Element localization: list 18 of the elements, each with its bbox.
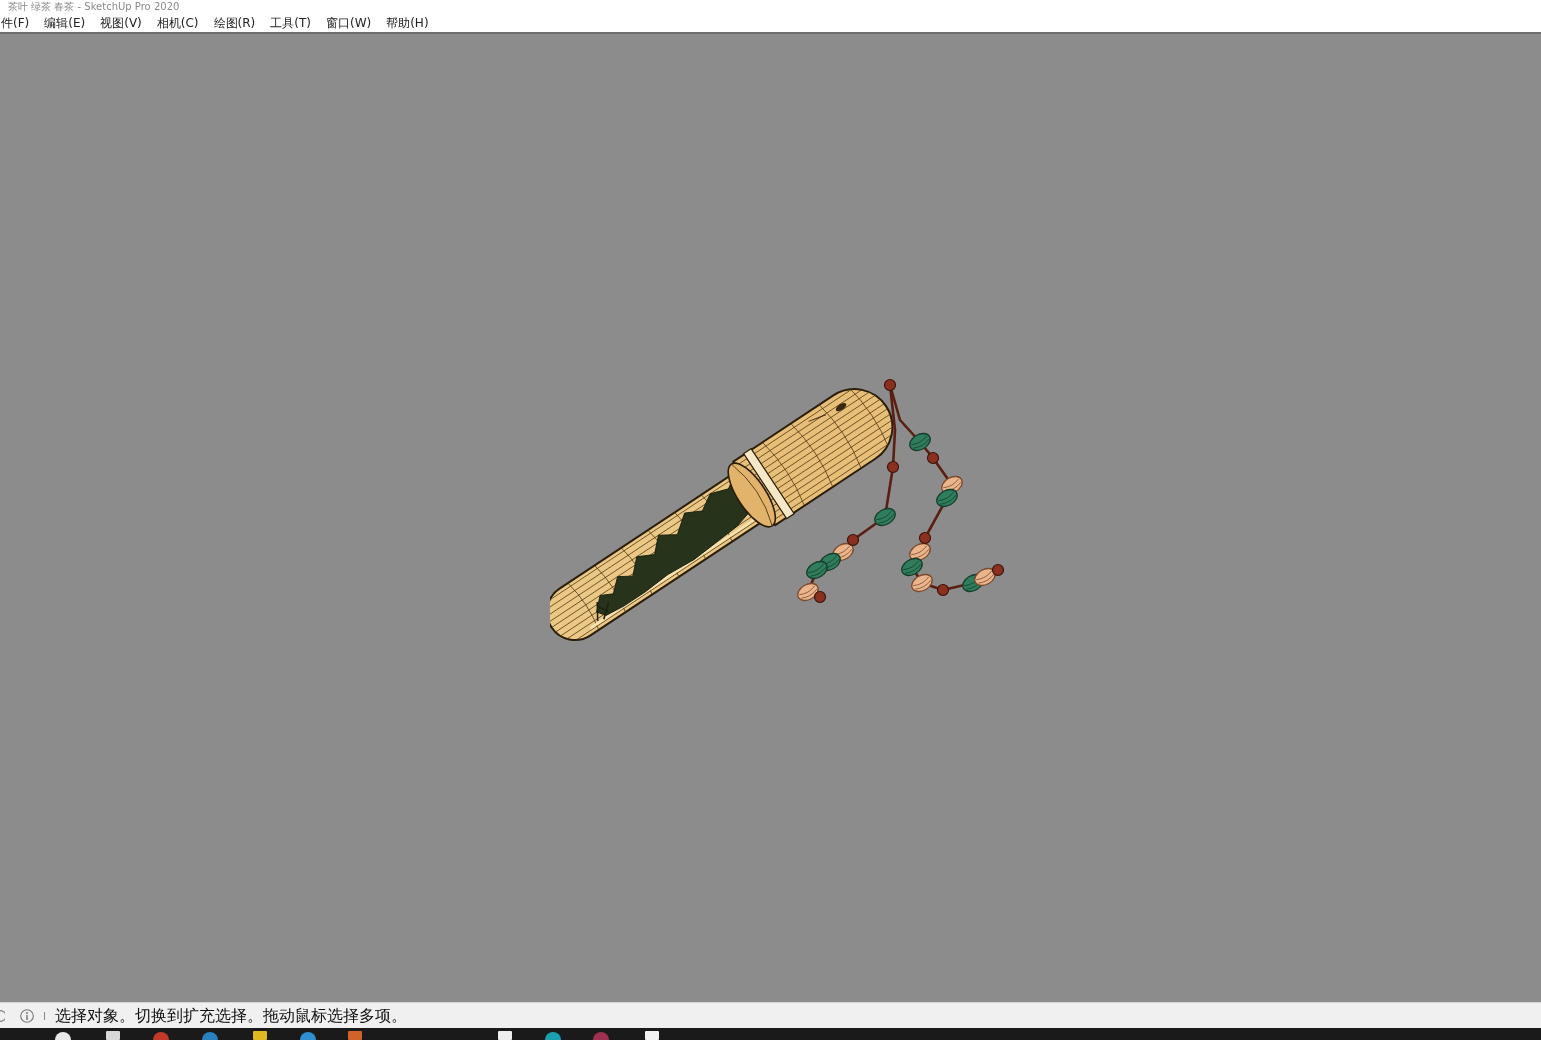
square-app-icon[interactable] bbox=[252, 1030, 268, 1040]
status-text: 选择对象。切换到扩充选择。拖动鼠标选择多项。 bbox=[55, 1005, 407, 1026]
round-app-icon[interactable] bbox=[545, 1030, 561, 1040]
square-app-icon[interactable] bbox=[644, 1030, 660, 1040]
menu-item[interactable]: 视图(V) bbox=[99, 14, 143, 31]
square-app-icon[interactable] bbox=[497, 1030, 513, 1040]
menu-item[interactable]: 帮助(H) bbox=[385, 14, 430, 31]
menu-item[interactable]: 相机(C) bbox=[155, 14, 200, 31]
menu-item[interactable]: 件(F) bbox=[0, 14, 31, 31]
round-app-icon[interactable] bbox=[55, 1030, 71, 1040]
info-icon[interactable] bbox=[20, 1008, 34, 1023]
menu-item[interactable]: 绘图(R) bbox=[212, 14, 257, 31]
square-app-icon[interactable] bbox=[105, 1030, 121, 1040]
menu-item[interactable]: 工具(T) bbox=[269, 14, 312, 31]
menu-item[interactable]: 窗口(W) bbox=[324, 14, 373, 31]
menu-item[interactable]: 编辑(E) bbox=[43, 14, 87, 31]
window-title: 茶叶 绿茶 春茶 - SketchUp Pro 2020 bbox=[8, 0, 180, 13]
arc-icon bbox=[0, 1009, 5, 1022]
